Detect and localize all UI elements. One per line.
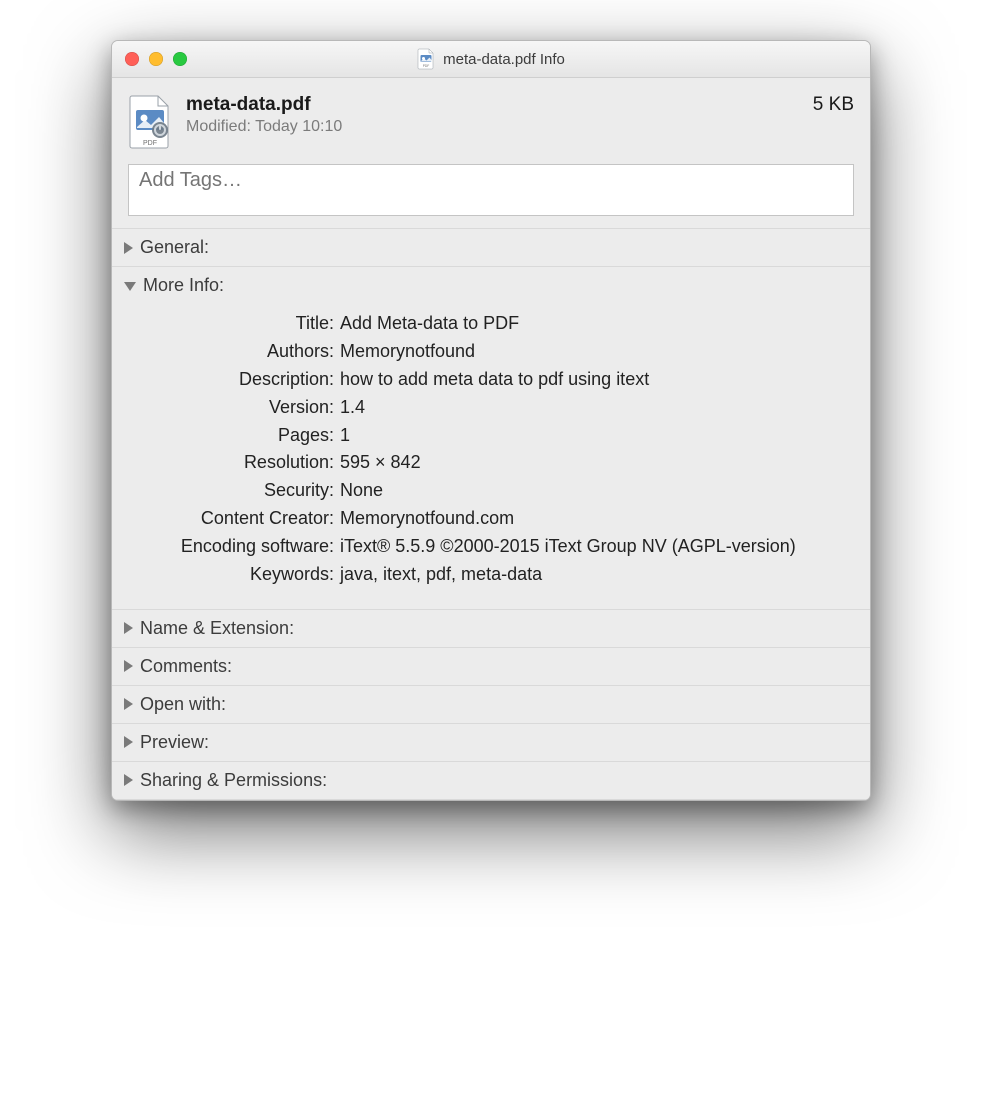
disclosure-triangle-icon [124,242,133,254]
info-row-label: Security: [128,477,340,505]
section-preview: Preview: [112,723,870,761]
more-info-body: Title:Add Meta-data to PDFAuthors:Memory… [112,304,870,609]
section-general-label: General: [140,237,209,258]
section-general: General: [112,228,870,266]
section-preview-header[interactable]: Preview: [112,724,870,761]
info-row: Description:how to add meta data to pdf … [128,366,854,394]
info-row-label: Pages: [128,422,340,450]
info-row: Pages:1 [128,422,854,450]
section-more-info: More Info: Title:Add Meta-data to PDFAut… [112,266,870,609]
info-row-label: Resolution: [128,449,340,477]
info-row-value: iText® 5.5.9 ©2000-2015 iText Group NV (… [340,533,854,561]
window-title: meta-data.pdf Info [443,51,565,68]
info-row-label: Version: [128,394,340,422]
minimize-button[interactable] [149,52,163,66]
traffic-lights [112,52,187,66]
disclosure-triangle-icon [124,736,133,748]
info-row-value: how to add meta data to pdf using itext [340,366,854,394]
section-name-extension: Name & Extension: [112,609,870,647]
file-name: meta-data.pdf [186,94,799,116]
info-row: Authors:Memorynotfound [128,338,854,366]
info-row-value: Memorynotfound.com [340,505,854,533]
svg-text:PDF: PDF [423,64,430,68]
section-comments-label: Comments: [140,656,232,677]
zoom-button[interactable] [173,52,187,66]
section-open-with-label: Open with: [140,694,226,715]
section-comments-header[interactable]: Comments: [112,648,870,685]
tags-input[interactable] [128,164,854,216]
section-sharing-permissions-header[interactable]: Sharing & Permissions: [112,762,870,799]
info-row-value: None [340,477,854,505]
disclosure-triangle-icon [124,698,133,710]
info-row: Encoding software:iText® 5.5.9 ©2000-201… [128,533,854,561]
section-more-info-label: More Info: [143,275,224,296]
disclosure-triangle-icon [124,282,136,291]
titlebar: PDF meta-data.pdf Info [112,41,870,78]
window-title-area: PDF meta-data.pdf Info [112,41,870,77]
section-more-info-header[interactable]: More Info: [112,267,870,304]
info-row: Keywords:java, itext, pdf, meta-data [128,561,854,589]
svg-text:PDF: PDF [143,140,157,147]
section-sharing-permissions-label: Sharing & Permissions: [140,770,327,791]
section-name-extension-header[interactable]: Name & Extension: [112,610,870,647]
info-row-value: Memorynotfound [340,338,854,366]
section-sharing-permissions: Sharing & Permissions: [112,761,870,800]
pdf-file-icon: PDF [417,48,435,70]
info-row: Title:Add Meta-data to PDF [128,310,854,338]
info-row-value: java, itext, pdf, meta-data [340,561,854,589]
file-modified: Modified: Today 10:10 [186,118,799,136]
section-open-with-header[interactable]: Open with: [112,686,870,723]
info-row: Version:1.4 [128,394,854,422]
info-window: PDF meta-data.pdf Info PDF meta-data.pdf… [111,40,871,801]
info-row: Resolution:595 × 842 [128,449,854,477]
info-row-label: Authors: [128,338,340,366]
info-row-value: 1.4 [340,394,854,422]
info-row-value: Add Meta-data to PDF [340,310,854,338]
pdf-file-icon-large: PDF [128,94,172,150]
file-header: PDF meta-data.pdf Modified: Today 10:10 … [112,78,870,228]
close-button[interactable] [125,52,139,66]
info-row-label: Description: [128,366,340,394]
info-row-label: Title: [128,310,340,338]
file-size: 5 KB [813,94,854,116]
info-row-label: Keywords: [128,561,340,589]
disclosure-triangle-icon [124,622,133,634]
info-row: Security:None [128,477,854,505]
section-preview-label: Preview: [140,732,209,753]
info-row-label: Encoding software: [128,533,340,561]
info-row-value: 595 × 842 [340,449,854,477]
info-row-label: Content Creator: [128,505,340,533]
disclosure-triangle-icon [124,660,133,672]
info-row-value: 1 [340,422,854,450]
info-row: Content Creator:Memorynotfound.com [128,505,854,533]
section-open-with: Open with: [112,685,870,723]
disclosure-triangle-icon [124,774,133,786]
section-comments: Comments: [112,647,870,685]
section-general-header[interactable]: General: [112,229,870,266]
section-name-extension-label: Name & Extension: [140,618,294,639]
